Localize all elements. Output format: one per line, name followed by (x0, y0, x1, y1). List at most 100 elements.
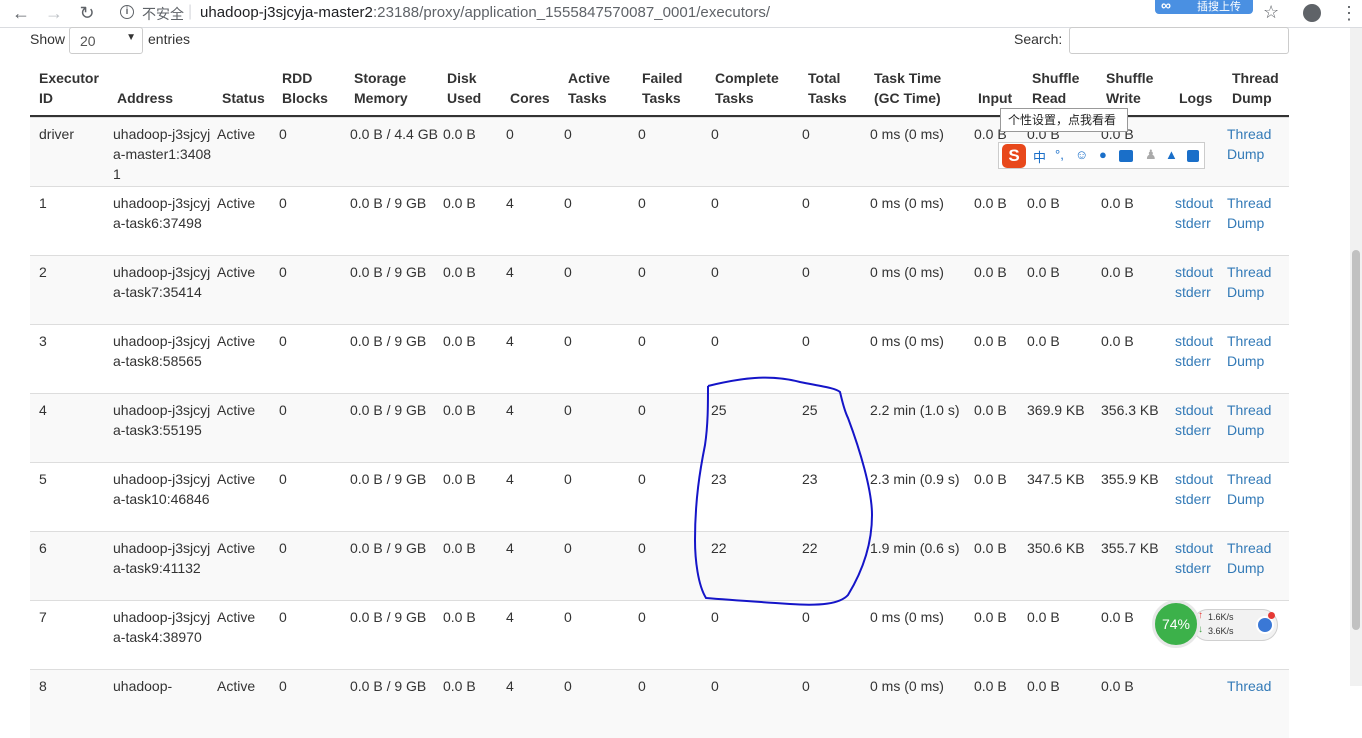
insecure-label[interactable]: 不安全 (142, 4, 184, 24)
header-shuffle-write[interactable]: Shuffle Write (1106, 68, 1153, 108)
address-bar[interactable]: i 不安全 | uhadoop-j3sjcyja-master2:23188/p… (110, 0, 1290, 26)
stderr-link[interactable]: stderr (1175, 489, 1213, 509)
thread-dump-text[interactable]: Thread (1227, 262, 1271, 282)
header-input[interactable]: Input (978, 88, 1012, 108)
extension-upload-button[interactable]: ∞ 插搜上传 (1155, 0, 1253, 14)
thread-dump-link[interactable]: Thread Dump (1227, 262, 1271, 302)
thread-dump-text[interactable]: Thread (1227, 469, 1271, 489)
cell-swrite: 355.7 KB (1101, 540, 1159, 556)
cell-storage: 0.0 B / 9 GB (350, 540, 427, 556)
stdout-link[interactable]: stdout (1175, 469, 1213, 489)
table-row: 4 uhadoop-j3sjcyja-task3:55195 Active 0 0.0 … (30, 393, 1289, 462)
thread-dump-link[interactable]: Thread Dump (1227, 538, 1271, 578)
reload-icon[interactable]: ↻ (76, 3, 98, 25)
thread-dump-text[interactable]: Dump (1227, 420, 1271, 440)
thread-dump-link[interactable]: Thread (1227, 676, 1271, 696)
scrollbar-thumb[interactable] (1352, 250, 1360, 630)
show-label: Show (30, 31, 66, 47)
infinity-icon: ∞ (1161, 0, 1171, 13)
kebab-menu-icon[interactable]: ⋮ (1340, 3, 1358, 24)
bookmark-star-icon[interactable]: ☆ (1263, 2, 1279, 23)
thread-dump-link[interactable]: Thread Dump (1227, 193, 1271, 233)
keyboard-icon[interactable] (1119, 150, 1133, 162)
thread-dump-text[interactable]: Thread (1227, 193, 1271, 213)
thread-dump-text[interactable]: Dump (1227, 213, 1271, 233)
stdout-link[interactable]: stdout (1175, 262, 1213, 282)
thread-dump-text[interactable]: Thread (1227, 676, 1271, 696)
header-complete-tasks[interactable]: Complete Tasks (715, 68, 779, 108)
cell-sread: 0.0 B (1027, 264, 1060, 280)
header-address[interactable]: Address (117, 88, 173, 108)
stdout-link[interactable]: stdout (1175, 331, 1213, 351)
url-text[interactable]: uhadoop-j3sjcyja-master2:23188/proxy/app… (200, 4, 770, 21)
toolbox-grid-icon[interactable] (1187, 150, 1199, 162)
header-shuffle-read[interactable]: Shuffle Read (1032, 68, 1079, 108)
stderr-link[interactable]: stderr (1175, 213, 1213, 233)
stderr-link[interactable]: stderr (1175, 351, 1213, 371)
punctuation-icon[interactable]: °, (1055, 147, 1064, 162)
url-divider: | (188, 3, 193, 20)
cell-cores: 4 (506, 471, 514, 487)
stderr-link[interactable]: stderr (1175, 558, 1213, 578)
cell-disk: 0.0 B (443, 333, 476, 349)
ime-chinese-mode[interactable]: 中 (1033, 147, 1046, 166)
stdout-link[interactable]: stdout (1175, 538, 1213, 558)
header-executor-id[interactable]: Executor ID (39, 68, 99, 108)
stderr-link[interactable]: stderr (1175, 282, 1213, 302)
thread-dump-link[interactable]: Thread Dump (1227, 469, 1271, 509)
microphone-icon[interactable]: ● (1099, 147, 1107, 162)
cell-cores: 4 (506, 402, 514, 418)
cell-cores: 4 (506, 609, 514, 625)
cell-storage: 0.0 B / 9 GB (350, 333, 427, 349)
skin-icon[interactable]: ▲ (1165, 147, 1178, 162)
ime-toolbar[interactable]: S 中 °, ☺ ● ♟ ▲ (998, 142, 1205, 169)
page-size-select[interactable]: 20 ▼ (69, 27, 143, 54)
cell-failed: 0 (638, 678, 646, 694)
header-storage-memory[interactable]: Storage Memory (354, 68, 408, 108)
header-task-time[interactable]: Task Time (GC Time) (874, 68, 941, 108)
cell-cores: 0 (506, 126, 514, 142)
network-monitor-widget[interactable]: ↑ 1.6K/s ↓ 3.6K/s 74% (1152, 600, 1280, 648)
thread-dump-text[interactable]: Thread (1227, 538, 1271, 558)
stdout-link[interactable]: stdout (1175, 193, 1213, 213)
header-total-tasks[interactable]: Total Tasks (808, 68, 847, 108)
cell-disk: 0.0 B (443, 126, 476, 142)
thread-dump-text[interactable]: Dump (1227, 489, 1271, 509)
memory-usage-circle[interactable]: 74% (1152, 600, 1200, 648)
forward-arrow-icon[interactable]: → (43, 3, 65, 25)
account-icon[interactable] (1303, 4, 1321, 22)
cell-sread: 350.6 KB (1027, 540, 1085, 556)
thread-dump-text[interactable]: Dump (1227, 351, 1271, 371)
cell-failed: 0 (638, 264, 646, 280)
thread-dump-text[interactable]: Dump (1227, 282, 1271, 302)
back-arrow-icon[interactable]: ← (10, 3, 32, 25)
emoji-icon[interactable]: ☺ (1075, 147, 1088, 162)
cell-status: Active (217, 471, 256, 487)
user-icon[interactable]: ♟ (1145, 147, 1157, 163)
cell-swrite: 0.0 B (1101, 264, 1134, 280)
stdout-link[interactable]: stdout (1175, 400, 1213, 420)
stderr-link[interactable]: stderr (1175, 420, 1213, 440)
header-disk-used[interactable]: Disk Used (447, 68, 481, 108)
header-cores[interactable]: Cores (510, 88, 550, 108)
info-icon[interactable]: i (120, 5, 134, 19)
header-rdd-blocks[interactable]: RDD Blocks (282, 68, 328, 108)
sogou-logo-icon[interactable]: S (1002, 144, 1026, 168)
cell-address: uhadoop-j3sjcyja-task6:37498 (113, 195, 211, 231)
thread-dump-link[interactable]: Thread Dump (1227, 331, 1271, 371)
search-input[interactable] (1069, 27, 1289, 54)
cell-cores: 4 (506, 195, 514, 211)
thread-dump-text[interactable]: Dump (1227, 144, 1271, 164)
thread-dump-text[interactable]: Thread (1227, 400, 1271, 420)
page-scrollbar[interactable] (1350, 28, 1362, 686)
header-active-tasks[interactable]: Active Tasks (568, 68, 610, 108)
thread-dump-link[interactable]: Thread Dump (1227, 400, 1271, 440)
header-status[interactable]: Status (222, 88, 265, 108)
thread-dump-text[interactable]: Thread (1227, 331, 1271, 351)
cell-total: 23 (802, 471, 818, 487)
thread-dump-text[interactable]: Dump (1227, 558, 1271, 578)
thread-dump-text[interactable]: Thread (1227, 124, 1271, 144)
thread-dump-link[interactable]: Thread Dump (1227, 124, 1271, 164)
header-logs: Logs (1179, 90, 1213, 106)
header-failed-tasks[interactable]: Failed Tasks (642, 68, 682, 108)
